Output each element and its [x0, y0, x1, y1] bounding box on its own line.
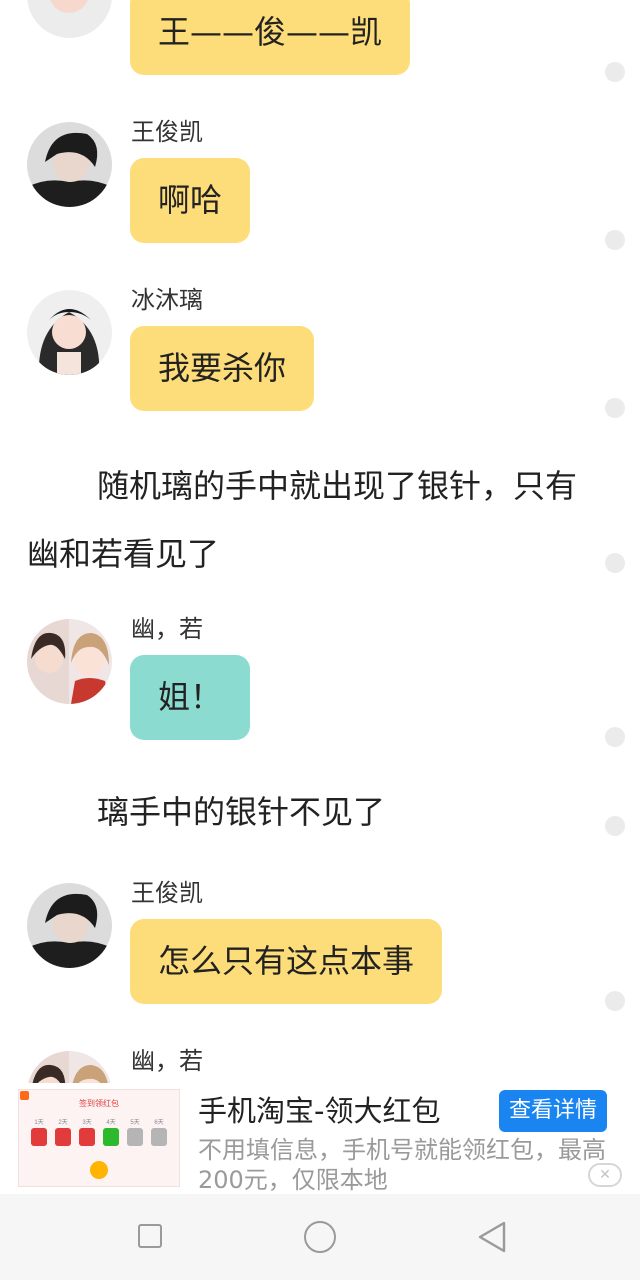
message-indicator	[605, 230, 625, 250]
back-icon[interactable]	[476, 1220, 508, 1254]
sender-name: 冰沐璃	[131, 286, 203, 314]
ad-thumb-day: 1天	[34, 1119, 43, 1126]
view-details-button[interactable]: 查看详情	[499, 1090, 607, 1132]
sender-name: 王俊凯	[131, 118, 203, 146]
close-icon[interactable]: ✕	[588, 1163, 622, 1187]
sender-name: 幽，若	[131, 1047, 203, 1075]
avatar-wangjunkai[interactable]	[27, 122, 112, 207]
navigation-bar	[0, 1194, 640, 1280]
ad-thumbnail-image: 签到领红包 1天 2天 3天 4天 5天 6天	[20, 1091, 167, 1179]
message-bubble[interactable]: 怎么只有这点本事	[130, 919, 443, 1004]
message-bubble[interactable]: 姐！	[130, 655, 251, 740]
message-indicator	[605, 991, 625, 1011]
message-indicator	[605, 553, 625, 573]
ad-banner[interactable]: 签到领红包 1天 2天 3天 4天 5天 6天 手机淘宝-领大红包 查看详情 不…	[0, 1083, 640, 1191]
avatar-wangjunkai[interactable]	[27, 883, 112, 968]
message-indicator	[605, 816, 625, 836]
message-bubble[interactable]: 啊哈	[130, 158, 251, 243]
message-bubble[interactable]: 王——俊——凯	[130, 0, 411, 75]
ad-title[interactable]: 手机淘宝-领大红包	[198, 1091, 440, 1131]
home-icon[interactable]	[304, 1221, 336, 1253]
message-indicator	[605, 62, 625, 82]
message-indicator	[605, 398, 625, 418]
avatar-you-ruo[interactable]	[27, 619, 112, 704]
message-bubble[interactable]: 我要杀你	[130, 326, 315, 411]
ad-thumb-title: 签到领红包	[79, 1098, 119, 1108]
message-indicator	[605, 727, 625, 747]
ad-thumbnail[interactable]: 签到领红包 1天 2天 3天 4天 5天 6天	[18, 1089, 180, 1187]
narration-text: 璃手中的银针不见了	[97, 793, 386, 831]
sender-name: 王俊凯	[131, 879, 203, 907]
ad-description[interactable]: 不用填信息，手机号就能领红包，最高200元，仅限本地	[198, 1135, 623, 1191]
recent-apps-icon[interactable]	[138, 1224, 162, 1248]
narration-text: 随机璃的手中就出现了银针，只有幽和若看见了	[27, 467, 578, 573]
avatar-bingmuli[interactable]	[27, 0, 112, 38]
ad-thumb-day: 6天	[154, 1119, 163, 1126]
ad-thumb-day: 3天	[82, 1119, 91, 1126]
ad-thumb-day: 4天	[106, 1119, 115, 1126]
ad-thumb-day: 5天	[130, 1119, 139, 1126]
sender-name: 幽，若	[131, 615, 203, 643]
avatar-bingmuli[interactable]	[27, 290, 112, 375]
ad-thumb-day: 2天	[58, 1119, 67, 1126]
